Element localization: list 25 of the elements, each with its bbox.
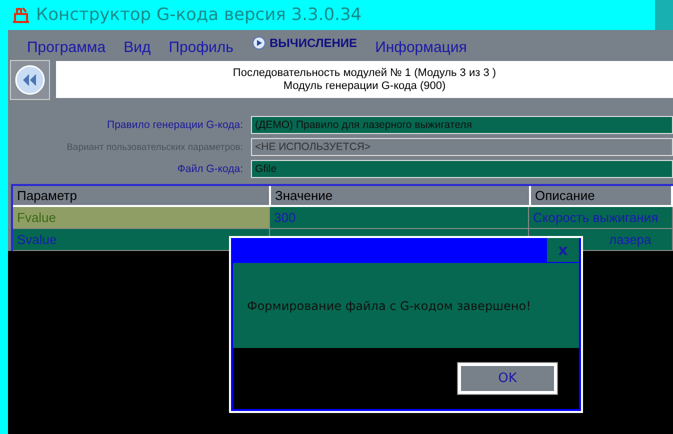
play-icon: [252, 36, 266, 50]
input-field[interactable]: Gfile: [251, 160, 673, 178]
input-field[interactable]: (ДЕМО) Правило для лазерного выжигателя: [251, 116, 673, 134]
close-button[interactable]: x: [547, 238, 579, 262]
field-label: Файл G-кода:: [176, 163, 244, 175]
menu-item[interactable]: Информация: [366, 39, 476, 58]
window-title: Конструктор G-кода версия 3.3.0.34: [36, 5, 362, 25]
ok-button[interactable]: OK: [458, 363, 557, 394]
menu-item[interactable]: Вид: [114, 39, 160, 58]
module-label: Модуль генерации G-кода (900): [283, 80, 446, 92]
back-button[interactable]: [10, 60, 50, 100]
table-cell[interactable]: 300: [270, 207, 529, 229]
menu-item[interactable]: Профиль: [160, 39, 242, 58]
column-header[interactable]: Описание: [531, 186, 673, 207]
rewind-icon: [15, 65, 45, 95]
column-header[interactable]: Значение: [271, 186, 531, 207]
menu-item[interactable]: ВЫЧИСЛЕНИЕ: [242, 30, 366, 52]
menu-item[interactable]: Программа: [18, 39, 115, 58]
column-header[interactable]: Параметр: [13, 186, 271, 207]
table-cell[interactable]: Fvalue: [13, 207, 270, 229]
app-icon: [12, 6, 30, 24]
table-cell[interactable]: Скорость выжигания: [529, 207, 673, 229]
sequence-label: Последовательность модулей № 1 (Модуль 3 из 3 ): [232, 66, 496, 80]
dialog-message: Формирование файла с G-кодом завершено!: [247, 298, 531, 312]
field-label: Правило генерации G-кода:: [106, 119, 244, 131]
